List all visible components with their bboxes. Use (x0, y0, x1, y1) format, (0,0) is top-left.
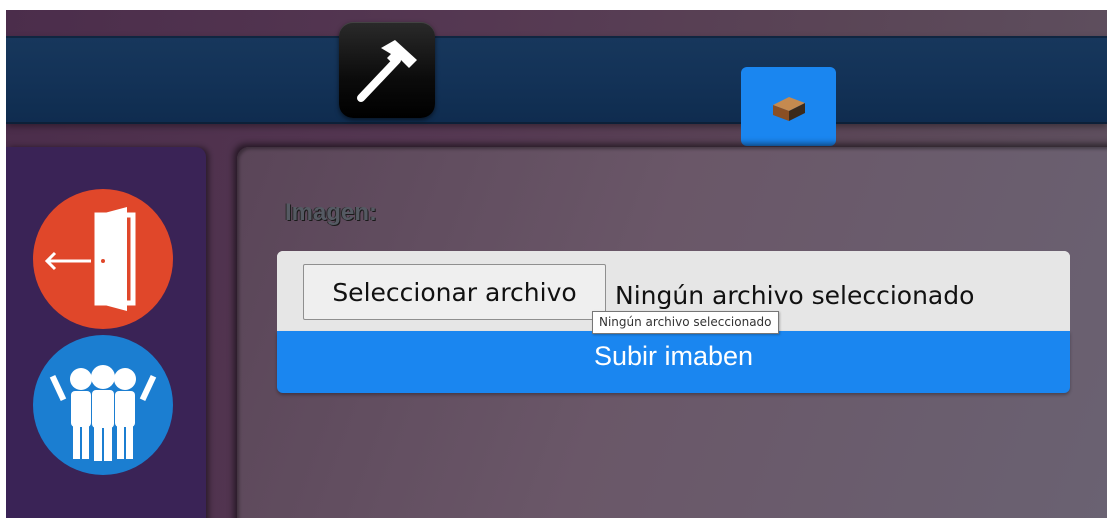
upload-image-button[interactable]: Subir imaben (277, 331, 1070, 393)
exit-button[interactable] (33, 189, 173, 329)
file-status-text: Ningún archivo seleccionado (615, 281, 975, 310)
brick-icon (773, 97, 805, 121)
group-button[interactable] (33, 335, 173, 475)
brick-tool-button[interactable] (741, 67, 836, 146)
group-people-icon (49, 365, 157, 461)
choose-file-button[interactable]: Seleccionar archivo (303, 264, 606, 320)
hammer-icon (357, 40, 417, 102)
image-label: Imagen: (285, 199, 378, 226)
app-window: Imagen: Seleccionar archivo Ningún archi… (6, 10, 1107, 518)
file-tooltip: Ningún archivo seleccionado (592, 311, 779, 334)
top-toolbar (6, 36, 1107, 146)
hammer-tool-button[interactable] (339, 22, 435, 118)
exit-door-icon (44, 207, 136, 311)
sidebar (6, 147, 206, 518)
